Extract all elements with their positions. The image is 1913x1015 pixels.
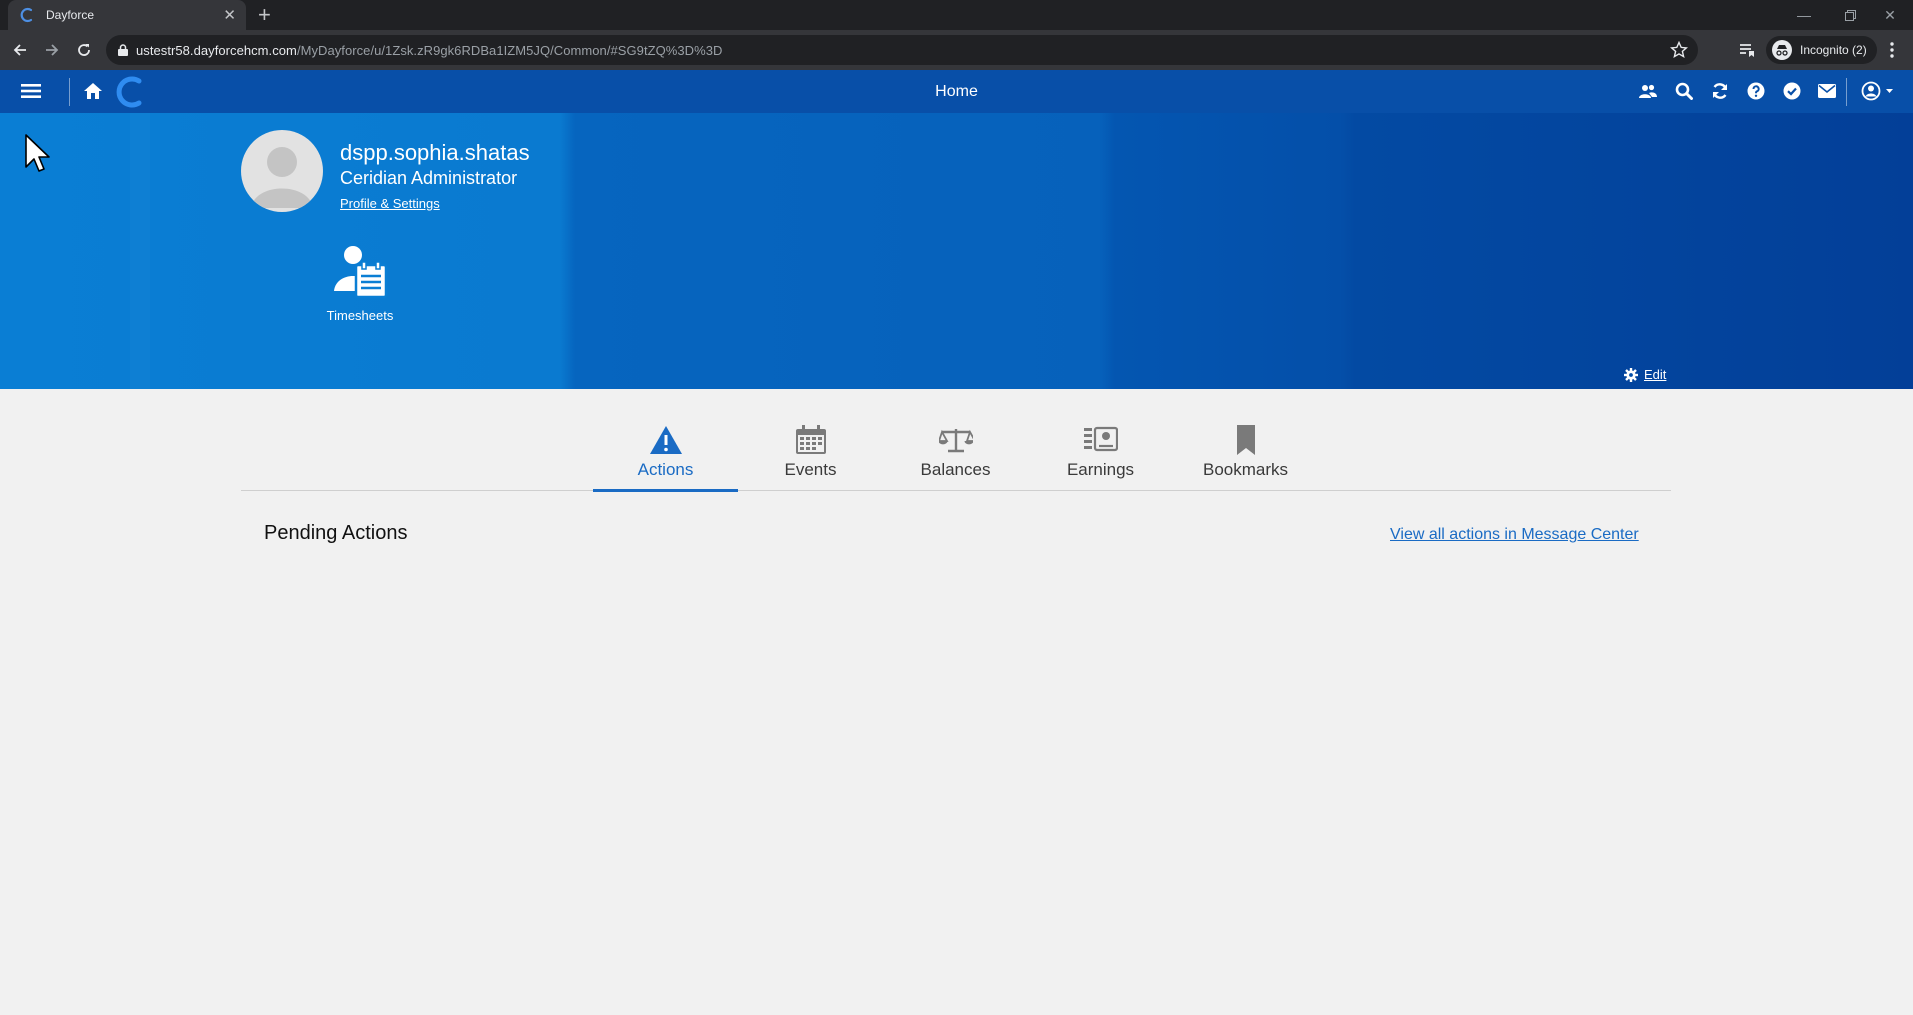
scale-icon — [938, 422, 974, 458]
tab-actions[interactable]: Actions — [593, 410, 738, 492]
earnings-icon — [1083, 422, 1119, 458]
tasks-check-icon[interactable] — [1780, 79, 1804, 103]
tab-bookmarks[interactable]: Bookmarks — [1173, 410, 1318, 491]
lock-icon — [118, 44, 128, 56]
new-tab-icon[interactable]: + — [258, 3, 271, 27]
reading-list-icon[interactable] — [1738, 30, 1756, 70]
tab-label: Earnings — [1066, 460, 1135, 479]
browser-tab-title: Dayforce — [46, 8, 95, 22]
bookmark-icon — [1228, 422, 1264, 458]
tab-balances[interactable]: Balances — [883, 410, 1028, 491]
calendar-icon — [793, 422, 829, 458]
home-tabs: Actions Events Balances Earnings Bookmar… — [241, 410, 1671, 492]
minimize-icon[interactable]: — — [1781, 0, 1827, 30]
bookmark-star-icon[interactable] — [1670, 41, 1688, 59]
profile-username: dspp.sophia.shatas — [340, 140, 530, 165]
search-icon[interactable] — [1672, 79, 1696, 103]
browser-menu-icon[interactable] — [1890, 30, 1894, 70]
browser-tab[interactable]: Dayforce ✕ — [8, 0, 246, 30]
tab-label: Bookmarks — [1202, 460, 1289, 479]
help-icon[interactable] — [1744, 79, 1768, 103]
page-title: Home — [935, 83, 978, 100]
profile-role: Ceridian Administrator — [340, 168, 518, 188]
avatar[interactable] — [241, 130, 323, 212]
tab-label: Events — [784, 460, 837, 479]
user-account-icon[interactable] — [1860, 79, 1898, 103]
tab-earnings[interactable]: Earnings — [1028, 410, 1173, 491]
browser-toolbar: ustestr58.dayforcehcm.com/MyDayforce/u/1… — [0, 30, 1913, 70]
gear-icon — [1624, 367, 1638, 382]
close-tab-icon[interactable]: ✕ — [223, 8, 236, 23]
hero-banner: dspp.sophia.shatas Ceridian Administrato… — [0, 113, 1913, 389]
hamburger-menu-icon[interactable] — [19, 79, 43, 103]
incognito-label: Incognito (2) — [1800, 43, 1867, 57]
people-icon[interactable] — [1636, 79, 1660, 103]
tab-events[interactable]: Events — [738, 410, 883, 491]
incognito-icon — [1772, 40, 1792, 60]
browser-tabstrip: Dayforce ✕ + — ✕ — [0, 0, 1913, 30]
tile-label: Timesheets — [326, 308, 394, 323]
timesheets-tile[interactable]: Timesheets — [300, 243, 420, 343]
dayforce-logo-icon[interactable] — [112, 74, 148, 110]
refresh-icon[interactable] — [1708, 79, 1732, 103]
back-icon[interactable] — [8, 38, 32, 62]
warning-icon — [648, 422, 684, 458]
incognito-badge[interactable]: Incognito (2) — [1766, 36, 1877, 64]
tab-label: Actions — [637, 460, 694, 479]
url-text: ustestr58.dayforcehcm.com/MyDayforce/u/1… — [136, 42, 723, 58]
profile-settings-link[interactable]: Profile & Settings — [340, 196, 440, 211]
reload-icon[interactable] — [72, 38, 96, 62]
timesheets-icon — [334, 246, 388, 299]
edit-hero-button[interactable]: Edit — [1624, 367, 1666, 382]
home-icon[interactable] — [81, 79, 105, 103]
section-title: Pending Actions — [264, 522, 408, 544]
edit-label: Edit — [1644, 367, 1667, 382]
app-header: Home — [0, 70, 1913, 113]
message-center-link[interactable]: View all actions in Message Center — [1390, 526, 1639, 544]
tab-label: Balances — [920, 460, 991, 479]
mail-icon[interactable] — [1815, 79, 1839, 103]
mouse-cursor-icon — [25, 134, 50, 172]
close-window-icon[interactable]: ✕ — [1867, 0, 1913, 30]
forward-icon[interactable] — [40, 38, 64, 62]
dayforce-favicon-icon — [20, 7, 33, 23]
address-bar[interactable]: ustestr58.dayforcehcm.com/MyDayforce/u/1… — [106, 35, 1698, 65]
